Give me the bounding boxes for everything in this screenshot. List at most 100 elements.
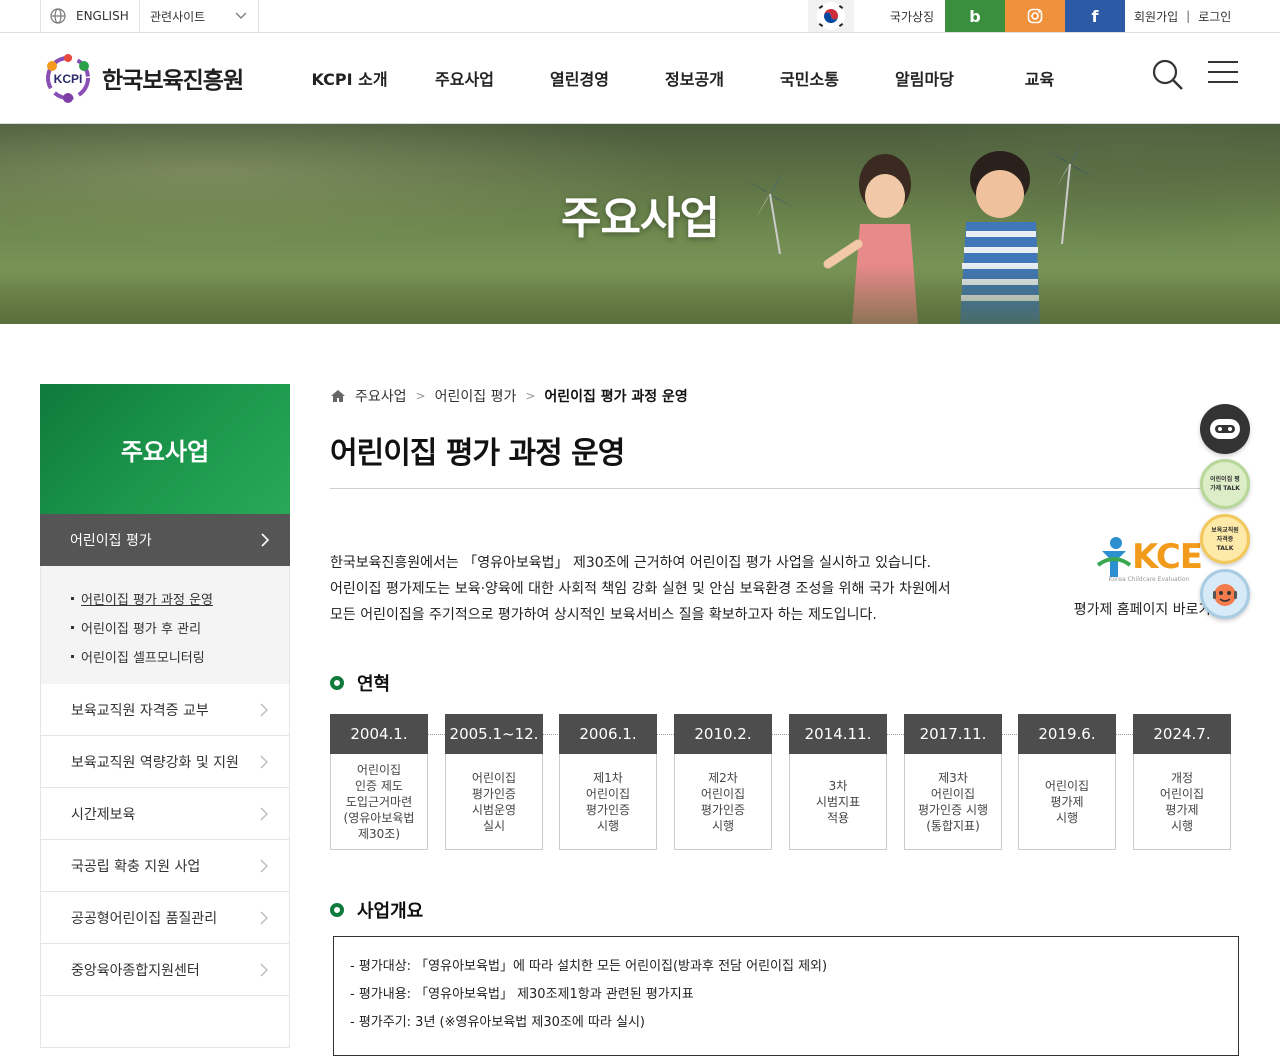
related-sites-dropdown[interactable]: 관련사이트 — [140, 0, 259, 32]
overview-item: - 평가주기: 3년 (※영유아보육법 제30조에 따라 실시) — [350, 1015, 645, 1030]
globe-icon — [50, 8, 66, 24]
timeline-year: 2017.11. — [904, 714, 1002, 754]
timeline-year: 2019.6. — [1018, 714, 1116, 754]
main-nav: KCPI 소개 주요사업 열린경영 정보공개 국민소통 알림마당 교육 — [292, 33, 1097, 123]
history-heading: 연혁 — [330, 670, 390, 696]
side-nav-item-label: 어린이집 평가 — [70, 533, 152, 549]
side-nav-item-evaluation[interactable]: 어린이집 평가 — [40, 514, 290, 566]
timeline-item: 2006.1. 제1차 어린이집 평가인증 시행 — [559, 714, 657, 850]
blog-icon[interactable]: b — [945, 0, 1005, 32]
timeline-desc: 어린이집 평가인증 시범운영 실시 — [445, 754, 543, 850]
logo-text: 한국보육진흥원 — [102, 68, 244, 94]
history-timeline: 2004.1. 어린이집 인증 제도 도입근거마련 (영유아보육법 제30조) 2… — [330, 714, 1240, 850]
member-separator: | — [1186, 9, 1191, 23]
timeline-year: 2004.1. — [330, 714, 428, 754]
english-label: ENGLISH — [76, 9, 129, 23]
chevron-right-icon: > — [415, 389, 426, 403]
chevron-right-icon — [260, 963, 268, 977]
character-chat-icon[interactable] — [1200, 569, 1250, 619]
timeline-item: 2019.6. 어린이집 평가제 시행 — [1018, 714, 1116, 850]
national-symbol-link[interactable]: 국가상징 — [878, 0, 946, 32]
timeline-year: 2014.11. — [789, 714, 887, 754]
breadcrumb-current: 어린이집 평가 과정 운영 — [544, 389, 688, 405]
member-links: 회원가입 | 로그인 — [1134, 0, 1231, 32]
timeline-desc: 어린이집 평가제 시행 — [1018, 754, 1116, 850]
submenu-item-self-monitoring[interactable]: 어린이집 셀프모니터링 — [71, 642, 289, 671]
kcpi-logo-icon: KCPI — [46, 54, 90, 103]
overview-heading: 사업개요 — [330, 897, 423, 923]
nav-item-notice[interactable]: 알림마당 — [867, 33, 982, 123]
chevron-right-icon — [260, 911, 268, 925]
instagram-icon[interactable] — [1005, 0, 1065, 32]
timeline-item: 2004.1. 어린이집 인증 제도 도입근거마련 (영유아보육법 제30조) — [330, 714, 428, 850]
certificate-talk-label: 보육교직원 자격증 TALK — [1211, 526, 1239, 552]
chevron-right-icon — [260, 755, 268, 769]
hero-title: 주요사업 — [561, 193, 720, 244]
side-nav-submenu: 어린이집 평가 과정 운영 어린이집 평가 후 관리 어린이집 셀프모니터링 — [40, 566, 290, 684]
timeline-desc: 제2차 어린이집 평가인증 시행 — [674, 754, 772, 850]
top-utility-bar: ENGLISH 관련사이트 국가상징 b f 회원가입 | 로그인 — [0, 0, 1280, 33]
side-nav-item-public-expansion[interactable]: 국공립 확충 지원 사업 — [40, 840, 290, 892]
submenu-item-aftercare[interactable]: 어린이집 평가 후 관리 — [71, 613, 289, 642]
certificate-talk-button[interactable]: 보육교직원 자격증 TALK — [1200, 514, 1250, 564]
nav-item-communication[interactable]: 국민소통 — [752, 33, 867, 123]
breadcrumb-item[interactable]: 어린이집 평가 — [435, 386, 517, 406]
kce-figure-icon — [1096, 537, 1132, 577]
breadcrumb: 주요사업 > 어린이집 평가 > 어린이집 평가 과정 운영 — [330, 384, 1240, 408]
quick-menu: 어린이집 평가제 TALK 보육교직원 자격증 TALK — [1200, 404, 1254, 624]
timeline-year: 2006.1. — [559, 714, 657, 754]
title-divider — [330, 488, 1240, 489]
chevron-right-icon — [260, 703, 268, 717]
join-link[interactable]: 회원가입 — [1134, 8, 1178, 25]
overview-item: - 평가대상: 「영유아보육법」에 따라 설치한 모든 어린이집(방과후 전담 … — [350, 959, 828, 974]
side-nav-item-capacity[interactable]: 보육교직원 역량강화 및 지원 — [40, 736, 290, 788]
timeline-item: 2014.11. 3차 시범지표 적용 — [789, 714, 887, 850]
nav-item-about[interactable]: KCPI 소개 — [292, 33, 407, 123]
side-nav-item-empty — [40, 996, 290, 1048]
timeline-item: 2005.1~12. 어린이집 평가인증 시범운영 실시 — [445, 714, 543, 850]
evaluation-talk-button[interactable]: 어린이집 평가제 TALK — [1200, 459, 1250, 509]
side-nav-item-certificate[interactable]: 보육교직원 자격증 교부 — [40, 684, 290, 736]
side-nav-item-center[interactable]: 중앙육아종합지원센터 — [40, 944, 290, 996]
timeline-desc: 제3차 어린이집 평가인증 시행 (통합지표) — [904, 754, 1002, 850]
main-content: 주요사업 > 어린이집 평가 > 어린이집 평가 과정 운영 어린이집 평가 과… — [330, 384, 1240, 1056]
site-logo[interactable]: KCPI 한국보육진흥원 — [40, 50, 244, 106]
page-title: 어린이집 평가 과정 운영 — [330, 436, 625, 471]
overview-box: - 평가대상: 「영유아보육법」에 따라 설치한 모든 어린이집(방과후 전담 … — [333, 936, 1239, 1056]
svg-text:KCPI: KCPI — [54, 72, 83, 86]
overview-item: - 평가내용: 「영유아보육법」 제30조제1항과 관련된 평가지표 — [350, 987, 694, 1002]
nav-item-business[interactable]: 주요사업 — [407, 33, 522, 123]
intro-line: 한국보육진흥원에서는 「영유아보육법」 제30조에 근거하여 어린이집 평가 사… — [330, 555, 932, 571]
national-flag-icon[interactable] — [808, 0, 854, 32]
english-link[interactable]: ENGLISH — [40, 0, 140, 32]
related-sites-label: 관련사이트 — [150, 9, 206, 24]
breadcrumb-item[interactable]: 주요사업 — [355, 386, 407, 406]
chevron-down-icon — [235, 12, 247, 19]
side-nav-item-hourly-care[interactable]: 시간제보육 — [40, 788, 290, 840]
intro-line: 어린이집 평가제도는 보육·양육에 대한 사회적 책임 강화 실현 및 안심 보… — [330, 581, 951, 597]
chevron-right-icon — [260, 859, 268, 873]
site-header: KCPI 한국보육진흥원 KCPI 소개 주요사업 열린경영 정보공개 국민소통… — [0, 33, 1280, 124]
login-link[interactable]: 로그인 — [1198, 8, 1231, 25]
search-icon[interactable] — [1151, 58, 1185, 96]
timeline-item: 2017.11. 제3차 어린이집 평가인증 시행 (통합지표) — [904, 714, 1002, 850]
submenu-item-process[interactable]: 어린이집 평가 과정 운영 — [71, 584, 289, 613]
timeline-item: 2010.2. 제2차 어린이집 평가인증 시행 — [674, 714, 772, 850]
nav-item-disclosure[interactable]: 정보공개 — [637, 33, 752, 123]
timeline-desc: 제1차 어린이집 평가인증 시행 — [559, 754, 657, 850]
chevron-right-icon: > — [525, 389, 536, 403]
nav-item-management[interactable]: 열린경영 — [522, 33, 637, 123]
chevron-right-icon — [260, 807, 268, 821]
chevron-right-icon — [261, 533, 270, 547]
evaluation-talk-label: 어린이집 평가제 TALK — [1210, 476, 1240, 492]
chatbot-robot-icon[interactable] — [1200, 404, 1250, 454]
menu-icon[interactable] — [1208, 61, 1238, 83]
timeline-desc: 개정 어린이집 평가제 시행 — [1133, 754, 1231, 850]
facebook-icon[interactable]: f — [1065, 0, 1125, 32]
side-nav-item-quality[interactable]: 공공형어린이집 품질관리 — [40, 892, 290, 944]
side-nav-title: 주요사업 — [40, 384, 290, 514]
timeline-desc: 3차 시범지표 적용 — [789, 754, 887, 850]
nav-item-education[interactable]: 교육 — [982, 33, 1097, 123]
timeline-year: 2024.7. — [1133, 714, 1231, 754]
home-icon[interactable] — [330, 389, 346, 403]
